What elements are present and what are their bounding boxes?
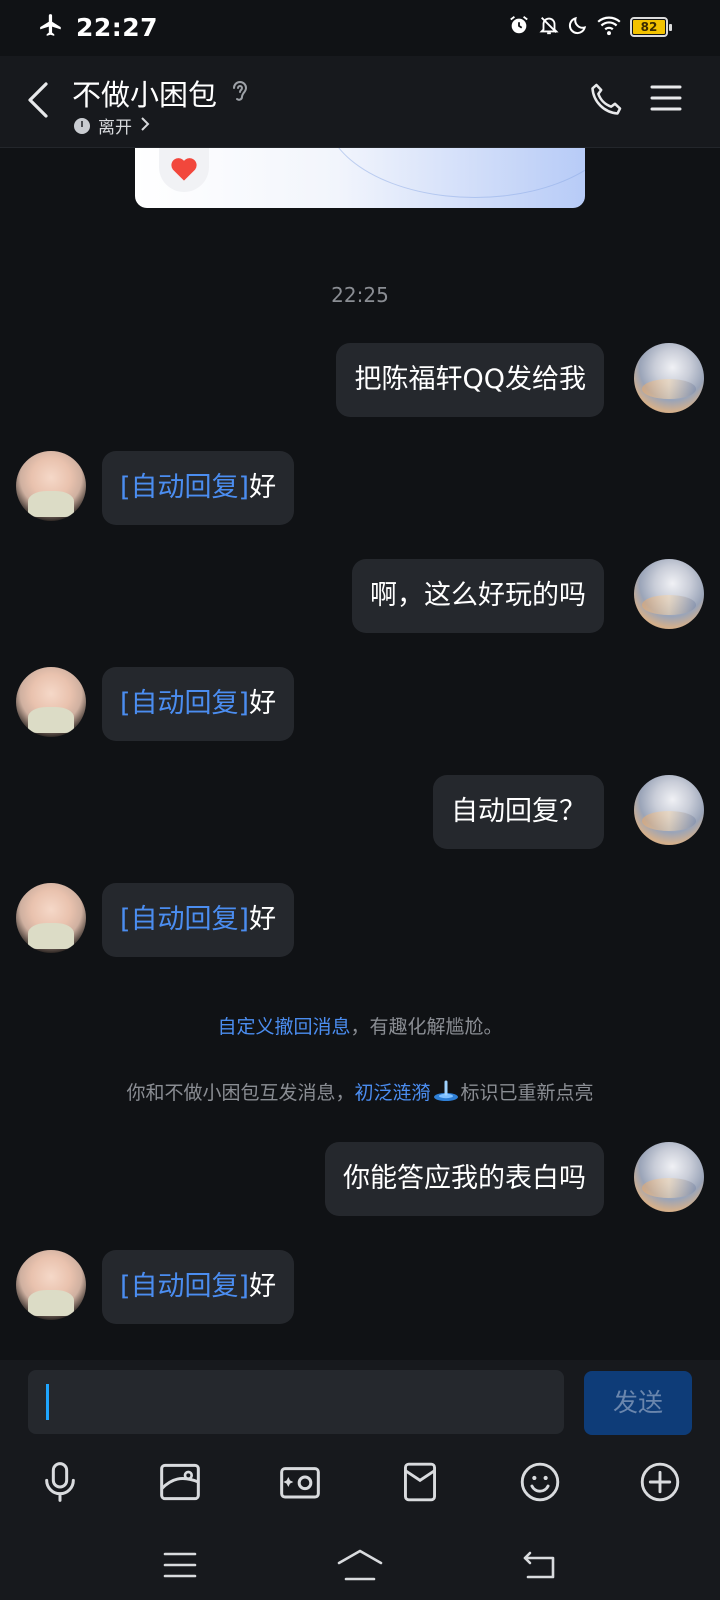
back-icon — [26, 80, 50, 124]
self-avatar[interactable] — [634, 343, 704, 413]
message-bubble[interactable]: [自动回复]好 — [102, 1250, 295, 1324]
message-bubble[interactable]: 自动回复？ — [433, 775, 604, 849]
battery-icon: 82 — [630, 17, 672, 37]
system-navbar — [0, 1545, 720, 1600]
microphone-icon[interactable] — [30, 1452, 90, 1512]
message-text: 好 — [249, 688, 277, 719]
presence-text: 离开 — [98, 118, 132, 138]
home-nav-icon[interactable] — [330, 1545, 390, 1585]
input-area: 发送 — [0, 1360, 720, 1600]
peer-avatar[interactable] — [16, 667, 86, 737]
message-bubble[interactable]: 你能答应我的表白吗 — [325, 1142, 604, 1216]
message-bubble[interactable]: [自动回复]好 — [102, 667, 295, 741]
self-avatar[interactable] — [634, 1142, 704, 1212]
message-text: 啊，这么好玩的吗 — [370, 580, 586, 611]
auto-reply-tag: [自动回复] — [120, 1271, 250, 1302]
back-nav-icon[interactable] — [510, 1545, 570, 1585]
menu-icon[interactable] — [650, 84, 682, 116]
heart-icon — [159, 148, 209, 192]
system-tip-text: ，有趣化解尴尬。 — [350, 1016, 503, 1038]
notifications-off-icon — [538, 14, 560, 40]
clock-icon — [74, 117, 90, 134]
message-bubble[interactable]: 把陈福轩QQ发给我 — [336, 343, 604, 417]
peer-avatar[interactable] — [16, 1250, 86, 1320]
send-button[interactable]: 发送 — [584, 1371, 692, 1435]
system-tip-badge: 你和不做小困包互发消息，初泛涟漪 标识已重新点亮 — [0, 1078, 720, 1107]
wifi-icon — [596, 14, 622, 40]
badge-link[interactable]: 初泛涟漪 — [354, 1082, 430, 1104]
message-text: 好 — [249, 472, 277, 503]
ripple-badge-icon — [433, 1080, 459, 1107]
message-text: 好 — [249, 904, 277, 935]
self-avatar[interactable] — [634, 775, 704, 845]
message-timestamp: 22:25 — [331, 283, 389, 307]
file-icon[interactable] — [390, 1452, 450, 1512]
shared-card[interactable] — [135, 148, 585, 208]
message-text: 你能答应我的表白吗 — [343, 1163, 586, 1194]
text-cursor — [46, 1384, 49, 1420]
plus-icon[interactable] — [630, 1452, 690, 1512]
camera-icon[interactable] — [270, 1452, 330, 1512]
auto-reply-tag: [自动回复] — [120, 472, 250, 503]
contact-name[interactable]: 不做小困包 — [72, 72, 217, 114]
status-time: 22:27 — [76, 12, 159, 42]
message-bubble[interactable]: 啊，这么好玩的吗 — [352, 559, 604, 633]
menu-nav-icon[interactable] — [150, 1545, 210, 1585]
message-text: 好 — [249, 1271, 277, 1302]
airplane-icon — [38, 12, 64, 42]
system-tip-suffix: 标识已重新点亮 — [460, 1082, 594, 1104]
custom-recall-link[interactable]: 自定义撤回消息 — [217, 1016, 350, 1038]
system-tip-prefix: 你和不做小困包互发消息， — [126, 1082, 355, 1104]
phone-icon[interactable] — [586, 80, 624, 124]
input-toolbar — [0, 1452, 720, 1512]
auto-reply-tag: [自动回复] — [120, 904, 250, 935]
message-bubble[interactable]: [自动回复]好 — [102, 451, 295, 525]
message-text: 把陈福轩QQ发给我 — [354, 364, 586, 395]
battery-level: 82 — [640, 20, 658, 34]
chevron-right-icon — [140, 116, 150, 136]
message-input[interactable] — [28, 1370, 564, 1434]
status-bar: 22:27 82 — [0, 0, 720, 56]
presence-status[interactable]: 离开 — [74, 113, 150, 138]
image-icon[interactable] — [150, 1452, 210, 1512]
message-bubble[interactable]: [自动回复]好 — [102, 883, 295, 957]
ear-icon[interactable] — [230, 78, 250, 108]
self-avatar[interactable] — [634, 559, 704, 629]
auto-reply-tag: [自动回复] — [120, 688, 250, 719]
moon-icon — [568, 15, 588, 39]
peer-avatar[interactable] — [16, 883, 86, 953]
message-text: 自动回复？ — [451, 796, 586, 827]
system-tip-recall: 自定义撤回消息，有趣化解尴尬。 — [0, 1012, 720, 1039]
back-button[interactable] — [18, 78, 58, 126]
alarm-icon — [508, 14, 530, 40]
emoji-icon[interactable] — [510, 1452, 570, 1512]
chat-header: 不做小困包 离开 — [0, 56, 720, 148]
peer-avatar[interactable] — [16, 451, 86, 521]
